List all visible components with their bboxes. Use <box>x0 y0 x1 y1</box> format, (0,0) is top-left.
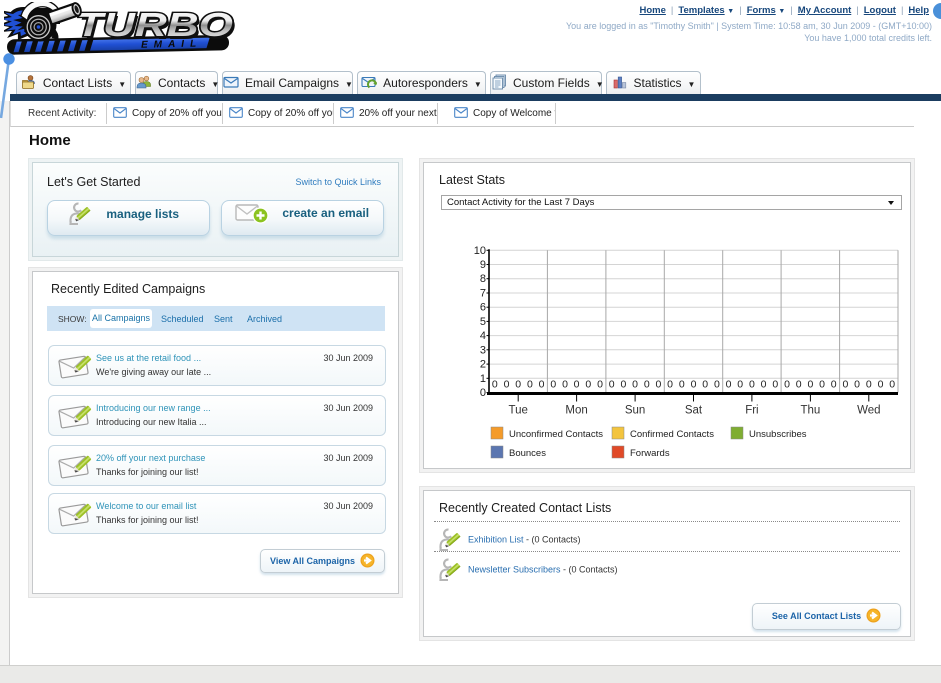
svg-text:0: 0 <box>878 379 884 391</box>
svg-text:0: 0 <box>492 379 498 391</box>
svg-text:3: 3 <box>480 344 486 356</box>
svg-text:0: 0 <box>527 379 533 391</box>
svg-text:Confirmed Contacts: Confirmed Contacts <box>630 429 714 440</box>
svg-text:6: 6 <box>480 302 486 314</box>
svg-text:Bounces: Bounces <box>509 448 546 459</box>
svg-text:0: 0 <box>655 379 661 391</box>
svg-text:Mon: Mon <box>565 405 587 417</box>
svg-text:0: 0 <box>609 379 615 391</box>
svg-text:0: 0 <box>585 379 591 391</box>
svg-text:0: 0 <box>691 379 697 391</box>
svg-text:0: 0 <box>866 379 872 391</box>
svg-text:Tue: Tue <box>509 405 528 417</box>
svg-text:0: 0 <box>726 379 732 391</box>
svg-text:0: 0 <box>679 379 685 391</box>
svg-text:Unsubscribes: Unsubscribes <box>749 429 807 440</box>
svg-text:Unconfirmed Contacts: Unconfirmed Contacts <box>509 429 603 440</box>
svg-text:Sat: Sat <box>685 405 703 417</box>
svg-text:0: 0 <box>831 379 837 391</box>
svg-text:0: 0 <box>620 379 626 391</box>
svg-text:0: 0 <box>644 379 650 391</box>
svg-text:1: 1 <box>480 373 486 385</box>
svg-text:2: 2 <box>480 359 486 371</box>
svg-text:0: 0 <box>807 379 813 391</box>
svg-text:9: 9 <box>480 259 486 271</box>
svg-text:0: 0 <box>562 379 568 391</box>
svg-text:0: 0 <box>889 379 895 391</box>
svg-text:0: 0 <box>515 379 521 391</box>
svg-text:Thu: Thu <box>800 405 820 417</box>
svg-text:Sun: Sun <box>625 405 645 417</box>
svg-text:0: 0 <box>480 387 486 399</box>
svg-text:0: 0 <box>539 379 545 391</box>
svg-text:8: 8 <box>480 273 486 285</box>
svg-text:0: 0 <box>749 379 755 391</box>
svg-text:0: 0 <box>550 379 556 391</box>
svg-text:0: 0 <box>574 379 580 391</box>
svg-text:0: 0 <box>632 379 638 391</box>
svg-text:0: 0 <box>761 379 767 391</box>
svg-text:0: 0 <box>504 379 510 391</box>
svg-text:0: 0 <box>784 379 790 391</box>
svg-text:0: 0 <box>854 379 860 391</box>
svg-text:0: 0 <box>714 379 720 391</box>
svg-text:10: 10 <box>474 245 486 257</box>
svg-text:0: 0 <box>796 379 802 391</box>
svg-text:4: 4 <box>480 330 486 342</box>
svg-text:Fri: Fri <box>745 405 758 417</box>
svg-text:7: 7 <box>480 288 486 300</box>
svg-text:0: 0 <box>702 379 708 391</box>
svg-text:0: 0 <box>772 379 778 391</box>
svg-text:Forwards: Forwards <box>630 448 670 459</box>
svg-text:0: 0 <box>597 379 603 391</box>
svg-text:0: 0 <box>819 379 825 391</box>
svg-text:0: 0 <box>667 379 673 391</box>
svg-text:TURBO: TURBO <box>76 6 233 43</box>
svg-text:5: 5 <box>480 316 486 328</box>
svg-text:0: 0 <box>842 379 848 391</box>
svg-text:Wed: Wed <box>857 405 880 417</box>
svg-text:0: 0 <box>737 379 743 391</box>
